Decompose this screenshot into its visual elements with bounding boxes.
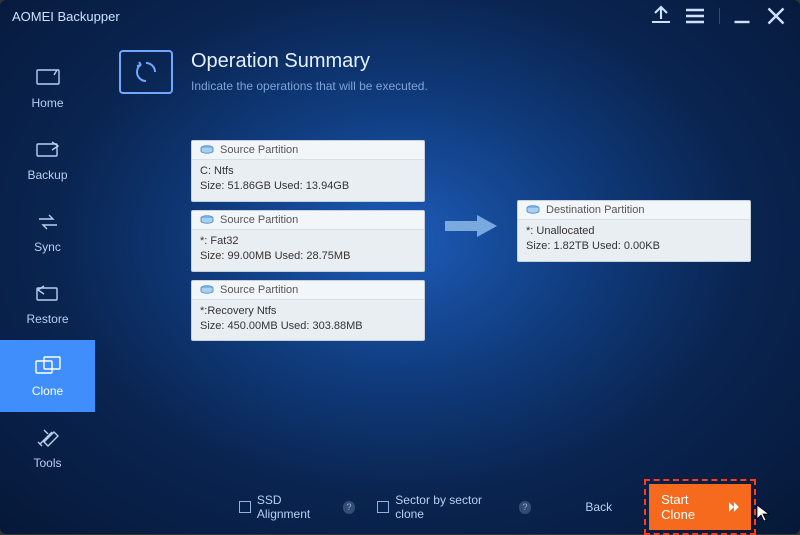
clone-icon — [34, 354, 62, 378]
checkbox-label: SSD Alignment — [257, 493, 337, 521]
checkbox-box — [239, 501, 251, 513]
page-title: Operation Summary — [191, 50, 428, 73]
start-clone-highlight: Start Clone — [644, 479, 756, 535]
start-clone-button[interactable]: Start Clone — [649, 484, 751, 530]
help-icon[interactable]: ? — [343, 501, 356, 514]
sidebar-item-label: Home — [31, 96, 63, 110]
checkbox-box — [377, 501, 389, 513]
back-button[interactable]: Back — [575, 494, 622, 520]
source-column: Source Partition C: NtfsSize: 51.86GB Us… — [191, 140, 425, 341]
minimize-icon[interactable] — [730, 4, 754, 28]
sidebar-item-restore[interactable]: Restore — [0, 268, 95, 340]
body: Home Backup Sync Restore — [0, 32, 800, 534]
sidebar: Home Backup Sync Restore — [0, 32, 95, 534]
sidebar-item-clone[interactable]: Clone — [0, 340, 95, 412]
backup-icon — [34, 138, 62, 162]
partition-size: Size: 1.82TB Used: 0.00KB — [526, 239, 742, 254]
sidebar-item-home[interactable]: Home — [0, 52, 95, 124]
titlebar: AOMEI Backupper — [0, 0, 800, 32]
footer: SSD Alignment ? Sector by sector clone ?… — [119, 480, 776, 534]
partition-name: C: Ntfs — [200, 164, 416, 179]
partition-name: *: Unallocated — [526, 224, 742, 239]
disk-icon — [200, 285, 214, 295]
destination-partition-card[interactable]: Destination Partition *: UnallocatedSize… — [517, 200, 751, 262]
sidebar-item-label: Tools — [33, 456, 61, 470]
page-header: Operation Summary Indicate the operation… — [119, 50, 776, 94]
card-title: Source Partition — [220, 214, 298, 226]
source-partition-card[interactable]: Source Partition C: NtfsSize: 51.86GB Us… — [191, 140, 425, 202]
sidebar-item-label: Backup — [27, 168, 67, 182]
partition-size: Size: 51.86GB Used: 13.94GB — [200, 179, 416, 194]
partition-size: Size: 99.00MB Used: 28.75MB — [200, 249, 416, 264]
card-title: Source Partition — [220, 284, 298, 296]
sync-icon — [34, 210, 62, 234]
sidebar-item-label: Restore — [26, 312, 68, 326]
destination-column: Destination Partition *: UnallocatedSize… — [517, 200, 751, 262]
partition-name: *:Recovery Ntfs — [200, 304, 416, 319]
page-subtitle: Indicate the operations that will be exe… — [191, 79, 428, 93]
start-clone-label: Start Clone — [661, 492, 725, 522]
source-partition-card[interactable]: Source Partition *: Fat32Size: 99.00MB U… — [191, 210, 425, 272]
partition-name: *: Fat32 — [200, 234, 416, 249]
sector-clone-checkbox[interactable]: Sector by sector clone ? — [377, 493, 531, 521]
disk-icon — [526, 205, 540, 215]
tools-icon — [34, 426, 62, 450]
disk-icon — [200, 145, 214, 155]
ssd-alignment-checkbox[interactable]: SSD Alignment ? — [239, 493, 355, 521]
sidebar-item-backup[interactable]: Backup — [0, 124, 95, 196]
home-icon — [34, 66, 62, 90]
upgrade-icon[interactable] — [649, 4, 673, 28]
arrow-icon — [445, 215, 497, 237]
sidebar-item-tools[interactable]: Tools — [0, 412, 95, 484]
titlebar-separator — [719, 8, 720, 24]
sidebar-item-label: Clone — [32, 384, 63, 398]
source-partition-card[interactable]: Source Partition *:Recovery NtfsSize: 45… — [191, 280, 425, 342]
close-icon[interactable] — [764, 4, 788, 28]
sidebar-item-sync[interactable]: Sync — [0, 196, 95, 268]
content: Operation Summary Indicate the operation… — [95, 32, 800, 534]
sidebar-item-label: Sync — [34, 240, 61, 254]
help-icon[interactable]: ? — [519, 501, 532, 514]
checkbox-label: Sector by sector clone — [395, 493, 512, 521]
summary-area: Source Partition C: NtfsSize: 51.86GB Us… — [119, 140, 776, 480]
disk-icon — [200, 215, 214, 225]
app-title: AOMEI Backupper — [12, 9, 639, 24]
card-title: Source Partition — [220, 144, 298, 156]
partition-size: Size: 450.00MB Used: 303.88MB — [200, 319, 416, 334]
restore-icon — [34, 282, 62, 306]
summary-icon — [119, 50, 173, 94]
card-title: Destination Partition — [546, 204, 644, 216]
menu-icon[interactable] — [683, 4, 707, 28]
app-window: AOMEI Backupper Home — [0, 0, 800, 534]
